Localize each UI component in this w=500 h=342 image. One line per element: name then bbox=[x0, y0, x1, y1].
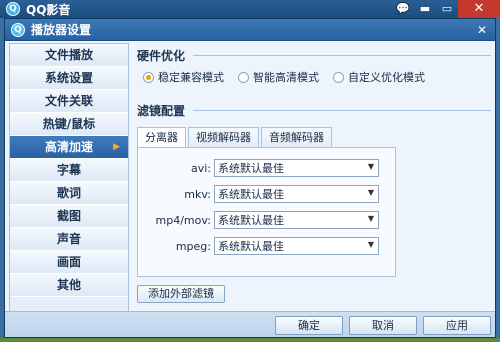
dropdown-arrow-icon: ▼ bbox=[367, 240, 374, 249]
select-value: 系统默认最佳 bbox=[218, 214, 284, 227]
sidebar-item-label: 歌词 bbox=[56, 186, 81, 200]
sidebar-item-label: 字幕 bbox=[56, 163, 81, 177]
sidebar-item-label: 文件关联 bbox=[44, 94, 93, 108]
radio-smart-hd-mode[interactable]: 智能高清模式 bbox=[238, 69, 319, 85]
settings-dialog: Q 播放器设置 ✕ 文件播放 系统设置 文件关联 热键/鼠标 高清加速 ▶ 字幕 … bbox=[4, 18, 496, 338]
sidebar-item-subtitles[interactable]: 字幕 bbox=[10, 159, 128, 182]
add-external-filter-button[interactable]: 添加外部滤镜 bbox=[137, 285, 225, 303]
chat-icon[interactable]: 💬 bbox=[392, 0, 414, 18]
radio-label: 自定义优化模式 bbox=[348, 71, 425, 84]
window-title: QQ影音 bbox=[26, 2, 71, 17]
tab-splitter[interactable]: 分离器 bbox=[137, 127, 186, 148]
radio-custom-mode[interactable]: 自定义优化模式 bbox=[333, 69, 425, 85]
mp4-mov-select[interactable]: 系统默认最佳 ▼ bbox=[214, 211, 379, 229]
sidebar-item-label: 画面 bbox=[56, 255, 81, 269]
filter-row-mp4-mov: mp4/mov: 系统默认最佳 ▼ bbox=[138, 210, 379, 230]
field-label: mkv: bbox=[184, 187, 211, 201]
dropdown-arrow-icon: ▼ bbox=[367, 162, 374, 171]
dialog-footer: 确定 取消 应用 bbox=[5, 311, 495, 337]
sidebar-item-label: 高清加速 bbox=[44, 140, 93, 154]
sidebar-item-file-association[interactable]: 文件关联 bbox=[10, 90, 128, 113]
section-title: 滤镜配置 bbox=[137, 103, 186, 118]
sidebar-item-screenshot[interactable]: 截图 bbox=[10, 205, 128, 228]
outer-titlebar: Q QQ影音 💬 ▬ ▭ ✕ bbox=[0, 0, 500, 18]
sidebar-item-sound[interactable]: 声音 bbox=[10, 228, 128, 251]
dialog-close-button[interactable]: ✕ bbox=[475, 23, 489, 37]
filter-tabs: 分离器 视频解码器 音频解码器 bbox=[137, 127, 334, 148]
apply-button[interactable]: 应用 bbox=[423, 316, 491, 335]
splitter-panel: avi: 系统默认最佳 ▼ mkv: 系统默认最佳 ▼ mp4/mov: 系统默… bbox=[137, 147, 396, 277]
sidebar-item-label: 热键/鼠标 bbox=[42, 117, 96, 131]
sidebar-item-other[interactable]: 其他 bbox=[10, 274, 128, 297]
field-label: mp4/mov: bbox=[155, 213, 211, 227]
radio-icon bbox=[333, 71, 344, 83]
sidebar-item-picture[interactable]: 画面 bbox=[10, 251, 128, 274]
section-divider bbox=[193, 109, 491, 111]
field-label: mpeg: bbox=[175, 239, 211, 253]
filter-row-mkv: mkv: 系统默认最佳 ▼ bbox=[138, 184, 379, 204]
dialog-titlebar: Q 播放器设置 ✕ bbox=[5, 19, 495, 41]
select-value: 系统默认最佳 bbox=[218, 240, 284, 253]
minimize-button[interactable]: ▬ bbox=[414, 0, 436, 18]
tab-audio-decoder[interactable]: 音频解码器 bbox=[261, 127, 332, 147]
background-strip bbox=[0, 338, 500, 342]
hardware-mode-radio-group: 稳定兼容模式 智能高清模式 自定义优化模式 bbox=[143, 69, 491, 85]
qq-player-logo-icon: Q bbox=[6, 2, 20, 16]
mkv-select[interactable]: 系统默认最佳 ▼ bbox=[214, 185, 379, 203]
maximize-button[interactable]: ▭ bbox=[436, 0, 458, 18]
mpeg-select[interactable]: 系统默认最佳 ▼ bbox=[214, 237, 379, 255]
avi-select[interactable]: 系统默认最佳 ▼ bbox=[214, 159, 379, 177]
sidebar-item-hotkeys[interactable]: 热键/鼠标 bbox=[10, 113, 128, 136]
dropdown-arrow-icon: ▼ bbox=[367, 188, 374, 197]
filter-section-header: 滤镜配置 bbox=[137, 102, 491, 118]
sidebar-item-label: 文件播放 bbox=[44, 48, 93, 62]
settings-sidebar: 文件播放 系统设置 文件关联 热键/鼠标 高清加速 ▶ 字幕 歌词 截图 声音 画… bbox=[9, 43, 129, 313]
radio-label: 智能高清模式 bbox=[253, 71, 319, 84]
section-divider bbox=[193, 54, 491, 56]
select-value: 系统默认最佳 bbox=[218, 188, 284, 201]
qq-player-logo-icon: Q bbox=[11, 22, 25, 37]
radio-label: 稳定兼容模式 bbox=[158, 71, 224, 84]
sidebar-item-label: 截图 bbox=[56, 209, 81, 223]
sidebar-item-file-playback[interactable]: 文件播放 bbox=[10, 44, 128, 67]
radio-icon bbox=[143, 71, 154, 83]
sidebar-item-label: 系统设置 bbox=[44, 71, 93, 85]
radio-icon bbox=[238, 71, 249, 83]
sidebar-item-hd-acceleration[interactable]: 高清加速 ▶ bbox=[10, 136, 128, 159]
active-arrow-icon: ▶ bbox=[113, 142, 120, 152]
dropdown-arrow-icon: ▼ bbox=[367, 214, 374, 223]
filter-row-avi: avi: 系统默认最佳 ▼ bbox=[138, 158, 379, 178]
window-controls: 💬 ▬ ▭ ✕ bbox=[392, 0, 500, 18]
tab-video-decoder[interactable]: 视频解码器 bbox=[188, 127, 259, 147]
field-label: avi: bbox=[190, 161, 211, 175]
close-window-button[interactable]: ✕ bbox=[458, 0, 500, 18]
sidebar-item-lyrics[interactable]: 歌词 bbox=[10, 182, 128, 205]
ok-button[interactable]: 确定 bbox=[275, 316, 343, 335]
select-value: 系统默认最佳 bbox=[218, 162, 284, 175]
filter-row-mpeg: mpeg: 系统默认最佳 ▼ bbox=[138, 236, 379, 256]
sidebar-item-system[interactable]: 系统设置 bbox=[10, 67, 128, 90]
sidebar-item-label: 声音 bbox=[56, 232, 81, 246]
hardware-section-header: 硬件优化 bbox=[137, 47, 491, 63]
cancel-button[interactable]: 取消 bbox=[349, 316, 417, 335]
sidebar-item-label: 其他 bbox=[56, 278, 81, 292]
section-title: 硬件优化 bbox=[137, 48, 186, 63]
radio-stable-mode[interactable]: 稳定兼容模式 bbox=[143, 69, 224, 85]
dialog-title: 播放器设置 bbox=[31, 23, 92, 37]
